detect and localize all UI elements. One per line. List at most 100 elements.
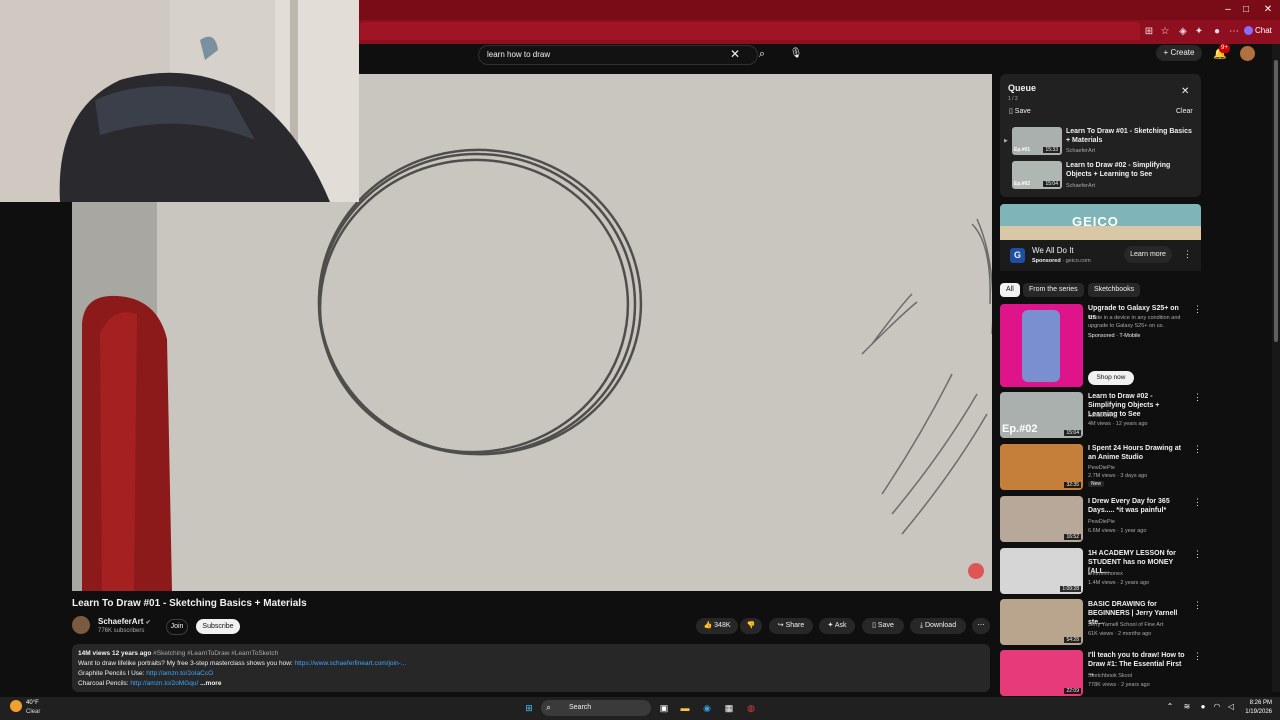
file-explorer-icon[interactable]: ▬: [678, 701, 692, 715]
wifi-icon[interactable]: ◠: [1212, 702, 1222, 712]
search-icon[interactable]: ⌕: [752, 45, 772, 63]
close-icon[interactable]: ✕: [1181, 86, 1189, 97]
rec-stats: 6.6M views · 1 year ago: [1088, 528, 1147, 534]
more-actions-icon[interactable]: ⋯: [972, 618, 990, 634]
clock-time[interactable]: 8:26 PM: [1240, 700, 1272, 706]
taskbar-search[interactable]: Search: [541, 700, 651, 716]
hashtags[interactable]: #Sketching #LearnToDraw #LearnToSketch: [153, 650, 278, 657]
windows-start-icon[interactable]: ⊞: [522, 701, 536, 715]
dislike-button[interactable]: 👎: [740, 618, 762, 634]
masterclass-link[interactable]: https://www.schaeferfineart.com/join-...: [295, 660, 407, 667]
charcoal-pencils-link[interactable]: http://amzn.to/2oMGqu/: [130, 680, 198, 687]
queue-position: 1 / 2: [1008, 96, 1018, 102]
microphone-icon[interactable]: ●: [1198, 702, 1208, 712]
save-button[interactable]: ▯ Save: [862, 618, 904, 634]
queue-thumbnail[interactable]: 15:04 Ep.#02: [1012, 161, 1062, 189]
search-input[interactable]: learn how to draw: [478, 45, 758, 65]
like-button[interactable]: 👍 348K: [696, 618, 738, 634]
rec-duration: 32:35: [1064, 482, 1081, 488]
extension-icon[interactable]: ⊞: [1142, 25, 1156, 39]
weather-icon[interactable]: [10, 700, 22, 712]
shield-icon[interactable]: ◈: [1176, 25, 1190, 39]
rec-channel: PewDiePie: [1088, 465, 1115, 471]
queue-clear-button[interactable]: Clear: [1176, 108, 1193, 115]
page-gutter: [0, 202, 72, 692]
create-label: Create: [1170, 48, 1195, 57]
chip-sketchbooks[interactable]: Sketchbooks: [1088, 283, 1141, 297]
account-avatar[interactable]: [1240, 46, 1255, 61]
chip-from-the-series[interactable]: From the series: [1023, 283, 1084, 297]
rec-stats: 61K views · 2 months ago: [1088, 631, 1152, 637]
rec-channel: Sketchbook Skool: [1088, 673, 1133, 679]
microphone-icon[interactable]: 🎙: [787, 45, 805, 63]
graphite-pencils-link[interactable]: http://amzn.to/2oIaCcO: [146, 670, 213, 677]
ad-banner[interactable]: GEICO: [1000, 204, 1201, 240]
ad-brand: GEICO: [1072, 214, 1119, 229]
join-button[interactable]: Join: [166, 619, 188, 635]
profile-icon[interactable]: ●: [1210, 25, 1224, 39]
rec-more-icon[interactable]: ⋮: [1193, 651, 1202, 662]
rec-thumbnail[interactable]: 54:28: [1000, 599, 1083, 645]
store-icon[interactable]: ▦: [722, 701, 736, 715]
rec-thumbnail[interactable]: 16:52: [1000, 496, 1083, 542]
copilot-chat-button[interactable]: Chat: [1244, 23, 1276, 39]
menu-icon[interactable]: ⋯: [1227, 25, 1241, 39]
ad-more-icon[interactable]: ⋮: [1183, 249, 1192, 260]
weather-condition: Clear: [26, 709, 41, 715]
rec-more-icon[interactable]: ⋮: [1193, 497, 1202, 508]
rec-more-icon[interactable]: ⋮: [1193, 600, 1202, 611]
rec-thumbnail[interactable]: [1000, 304, 1083, 387]
queue-save-button[interactable]: ▯ Save: [1009, 107, 1031, 115]
webcam-feed: [0, 0, 359, 202]
clear-search-icon[interactable]: ✕: [730, 47, 744, 61]
rec-more-icon[interactable]: ⋮: [1193, 444, 1202, 455]
description-meta: 14M views 12 years ago #Sketching #Learn…: [78, 650, 278, 657]
tray-overflow-icon[interactable]: ⌃: [1165, 702, 1175, 712]
channel-name[interactable]: SchaeferArt ✔: [98, 617, 151, 626]
learn-more-button[interactable]: Learn more: [1124, 246, 1172, 263]
weather-temp[interactable]: 40°F: [26, 700, 39, 706]
shop-now-button[interactable]: Shop now: [1088, 371, 1134, 385]
rec-more-icon[interactable]: ⋮: [1193, 304, 1202, 315]
rec-title[interactable]: I Spent 24 Hours Drawing at an Anime Stu…: [1088, 444, 1188, 462]
rec-thumbnail[interactable]: 22:09: [1000, 650, 1083, 696]
star-icon[interactable]: ☆: [1158, 25, 1172, 39]
edge-icon[interactable]: ◉: [700, 701, 714, 715]
show-more-link[interactable]: ...more: [198, 680, 221, 687]
rec-more-icon[interactable]: ⋮: [1193, 549, 1202, 560]
queue-item-title[interactable]: Learn to Draw #02 - Simplifying Objects …: [1066, 161, 1194, 179]
rec-thumbnail[interactable]: 15:04 Ep.#02: [1000, 392, 1083, 438]
rec-stats: 778K views · 2 years ago: [1088, 682, 1150, 688]
rec-more-icon[interactable]: ⋮: [1193, 392, 1202, 403]
address-bar[interactable]: [360, 22, 1140, 40]
rec-thumbnail[interactable]: 1:09:28: [1000, 548, 1083, 594]
share-button[interactable]: ↪ Share: [769, 618, 813, 634]
notification-badge: 9+: [1219, 44, 1230, 53]
network-icon[interactable]: ≋: [1182, 702, 1192, 712]
chip-all[interactable]: All: [1000, 283, 1020, 297]
rec-thumbnail[interactable]: 32:35: [1000, 444, 1083, 490]
channel-avatar[interactable]: [72, 616, 90, 634]
like-count: 348K: [714, 622, 731, 629]
clock-date[interactable]: 1/19/2026: [1232, 709, 1272, 715]
description-text: Graphite Pencils I Use:: [78, 670, 147, 677]
create-button[interactable]: + Create: [1156, 45, 1202, 61]
sponsored-label: Sponsored: [1032, 258, 1061, 264]
rec-duration: 16:52: [1064, 534, 1081, 540]
app-icon[interactable]: ◍: [744, 701, 758, 715]
task-view-icon[interactable]: ▣: [657, 701, 671, 715]
puzzle-icon[interactable]: ✦: [1192, 25, 1206, 39]
maximize-button[interactable]: □: [1239, 3, 1253, 17]
download-button[interactable]: ⤓ Download: [910, 618, 966, 634]
sparkle-icon: ✦: [827, 622, 835, 629]
rec-title[interactable]: I Drew Every Day for 365 Days..... *it w…: [1088, 497, 1188, 515]
scrollbar-thumb[interactable]: [1274, 60, 1278, 342]
ask-button[interactable]: ✦ Ask: [819, 618, 855, 634]
minimize-button[interactable]: –: [1221, 3, 1235, 17]
rec-channel: SchaeferArt: [1088, 413, 1118, 419]
queue-thumbnail[interactable]: 15:33 Ep.#01: [1012, 127, 1062, 155]
channel-name-text: SchaeferArt: [98, 617, 144, 626]
close-window-button[interactable]: ✕: [1261, 3, 1275, 17]
subscribe-button[interactable]: Subscribe: [196, 619, 240, 634]
queue-item-title[interactable]: Learn To Draw #01 - Sketching Basics + M…: [1066, 127, 1194, 145]
